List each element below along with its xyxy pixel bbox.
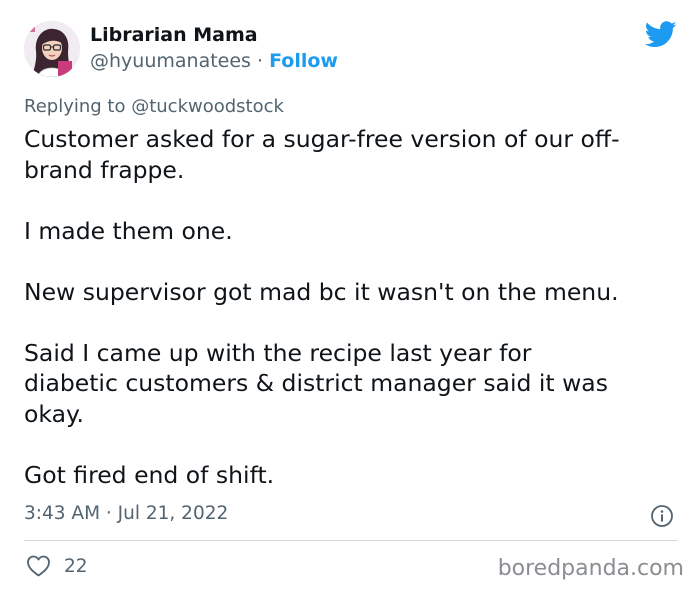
tweet-line: okay. [24, 399, 85, 428]
watermark: boredpanda.com [497, 556, 684, 581]
follow-button[interactable]: Follow [269, 50, 338, 72]
avatar[interactable] [24, 21, 80, 77]
tweet-line: Said I came up with the recipe last year… [24, 338, 532, 367]
info-icon[interactable] [650, 504, 674, 528]
replying-to-mention[interactable]: @tuckwoodstock [131, 96, 284, 117]
twitter-bird-icon[interactable] [644, 21, 677, 48]
author-handle-line: @hyuumanatees · Follow [90, 50, 338, 72]
replying-to: Replying to @tuckwoodstock [24, 96, 284, 117]
replying-to-prefix: Replying to [24, 96, 132, 117]
tweet-timestamp[interactable]: 3:43 AM · Jul 21, 2022 [24, 503, 228, 524]
tweet-line: Got fired end of shift. [24, 460, 275, 489]
heart-icon[interactable] [26, 555, 51, 577]
tweet-line: I made them one. [24, 216, 233, 245]
author-display-name[interactable]: Librarian Mama [90, 24, 258, 46]
tweet-line: New supervisor got mad bc it wasn't on t… [24, 277, 619, 306]
tweet-line: Customer asked for a sugar-free version … [24, 125, 620, 153]
author-handle[interactable]: @hyuumanatees [90, 50, 251, 72]
tweet-card: Librarian Mama @hyuumanatees · Follow Re… [0, 0, 700, 593]
like-count: 22 [64, 556, 88, 577]
handle-separator: · [250, 50, 270, 72]
tweet-line: diabetic customers & district manager sa… [24, 369, 608, 397]
tweet-text: Customer asked for a sugar-free version … [24, 124, 684, 490]
tweet-line: brand frappe. [24, 155, 185, 184]
divider [24, 540, 678, 541]
